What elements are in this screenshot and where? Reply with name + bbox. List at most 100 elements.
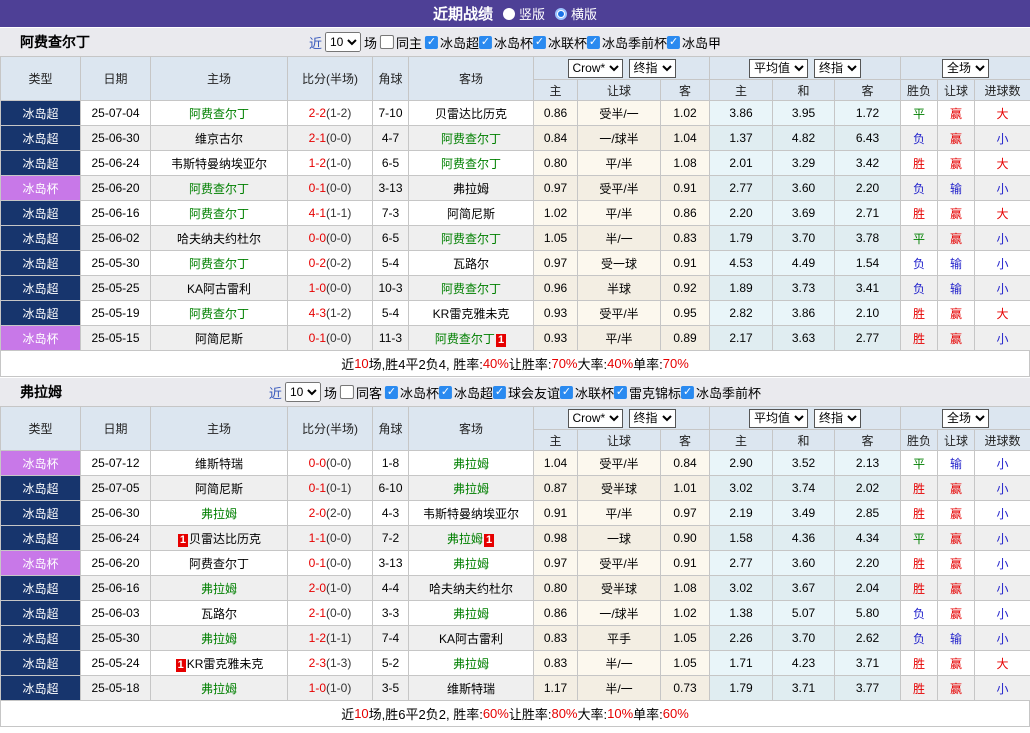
away-team-link[interactable]: 弗拉姆 bbox=[447, 532, 483, 546]
away-team-link[interactable]: 韦斯特曼纳埃亚尔 bbox=[423, 507, 519, 521]
league-checkbox[interactable]: ✓ 冰岛杯 bbox=[384, 383, 439, 402]
handicap-cell: 平/半 bbox=[577, 500, 661, 526]
away-team-link[interactable]: 弗拉姆 bbox=[453, 607, 489, 621]
home-team-link[interactable]: 哈夫纳夫约杜尔 bbox=[177, 232, 261, 246]
avg-stage-select[interactable]: 终指 bbox=[814, 408, 862, 428]
checkbox-checked-icon[interactable]: ✓ bbox=[533, 35, 547, 49]
avg-stage-select[interactable]: 终指 bbox=[814, 58, 862, 78]
checkbox-checked-icon[interactable]: ✓ bbox=[424, 35, 438, 49]
checkbox-checked-icon[interactable]: ✓ bbox=[384, 385, 398, 399]
league-checkbox[interactable]: ✓ 冰岛超 bbox=[438, 383, 493, 402]
home-team-link[interactable]: 弗拉姆 bbox=[201, 507, 237, 521]
away-team-link[interactable]: 弗拉姆 bbox=[453, 182, 489, 196]
home-team-link[interactable]: KA阿古雷利 bbox=[187, 282, 251, 296]
league-checkbox[interactable]: ✓ 冰联杯 bbox=[533, 33, 587, 52]
league-checkbox-label: 冰岛杯 bbox=[494, 35, 534, 51]
away-team-link[interactable]: 维斯特瑞 bbox=[447, 682, 495, 696]
home-team-link[interactable]: 阿费查尔丁 bbox=[189, 107, 249, 121]
result-goals-cell: 小 bbox=[974, 675, 1030, 701]
away-team-link[interactable]: 阿费查尔丁 bbox=[435, 332, 495, 346]
radio-selected-icon[interactable] bbox=[555, 7, 567, 20]
same-venue-checkbox[interactable]: 同客 bbox=[339, 383, 382, 402]
home-team-link[interactable]: 维京古尔 bbox=[195, 132, 243, 146]
fulltime-score: 2-1 bbox=[308, 131, 326, 145]
checkbox-checked-icon[interactable]: ✓ bbox=[681, 385, 695, 399]
away-team-link[interactable]: 瓦路尔 bbox=[453, 257, 489, 271]
same-venue-checkbox[interactable]: 同主 bbox=[379, 33, 422, 52]
away-team-link[interactable]: 哈夫纳夫约杜尔 bbox=[429, 582, 513, 596]
team-name: 弗拉姆 bbox=[20, 384, 62, 400]
home-team-link[interactable]: 弗拉姆 bbox=[201, 632, 237, 646]
scope-select[interactable]: 全场 bbox=[942, 408, 990, 428]
home-team-link[interactable]: 瓦路尔 bbox=[201, 607, 237, 621]
away-team-link[interactable]: 阿简尼斯 bbox=[447, 207, 495, 221]
avg-home-cell: 1.79 bbox=[709, 225, 774, 251]
checkbox-checked-icon[interactable]: ✓ bbox=[493, 385, 507, 399]
result-goals-cell: 小 bbox=[974, 575, 1030, 601]
home-team-link[interactable]: 阿费查尔丁 bbox=[189, 257, 249, 271]
away-team-link[interactable]: 弗拉姆 bbox=[453, 457, 489, 471]
layout-radio-vertical[interactable]: 竖版 bbox=[502, 4, 545, 23]
checkbox-checked-icon[interactable]: ✓ bbox=[587, 35, 601, 49]
away-team-link[interactable]: KR雷克雅未克 bbox=[433, 307, 510, 321]
home-team-link[interactable]: 阿费查尔丁 bbox=[189, 307, 249, 321]
away-team-link[interactable]: 弗拉姆 bbox=[453, 557, 489, 571]
result-winlose-cell: 胜 bbox=[900, 650, 939, 676]
checkbox-checked-icon[interactable]: ✓ bbox=[438, 385, 452, 399]
fulltime-score: 1-0 bbox=[308, 681, 326, 695]
checkbox-checked-icon[interactable]: ✓ bbox=[667, 35, 681, 49]
odds-provider-select[interactable]: Crow* bbox=[567, 408, 623, 428]
league-checkbox[interactable]: ✓ 冰岛季前杯 bbox=[681, 383, 761, 402]
avg-home-cell: 2.19 bbox=[709, 500, 774, 526]
avg-select[interactable]: 平均值 bbox=[749, 58, 809, 78]
match-row: 冰岛超 25-05-30 弗拉姆 1-2(1-1) 7-4 KA阿古雷利 0.83 平手 1.0… bbox=[0, 625, 1030, 651]
home-team-link[interactable]: 维斯特瑞 bbox=[195, 457, 243, 471]
league-checkbox[interactable]: ✓ 冰联杯 bbox=[560, 383, 614, 402]
home-team-link[interactable]: 韦斯特曼纳埃亚尔 bbox=[171, 157, 267, 171]
away-team-link[interactable]: 贝雷达比历克 bbox=[435, 107, 507, 121]
same-venue-label: 同主 bbox=[395, 35, 422, 51]
subcol-odds-away: 客 bbox=[659, 429, 711, 451]
avg-select[interactable]: 平均值 bbox=[749, 408, 809, 428]
layout-radio-horizontal[interactable]: 横版 bbox=[555, 4, 597, 23]
home-team-link[interactable]: 阿简尼斯 bbox=[195, 482, 243, 496]
league-checkbox[interactable]: ✓ 球会友谊 bbox=[493, 383, 560, 402]
away-team-link[interactable]: 弗拉姆 bbox=[453, 482, 489, 496]
checkbox-checked-icon[interactable]: ✓ bbox=[614, 385, 628, 399]
home-team-link[interactable]: 弗拉姆 bbox=[201, 582, 237, 596]
away-team-cell: 弗拉姆 bbox=[408, 475, 534, 501]
away-team-link[interactable]: KA阿古雷利 bbox=[439, 632, 503, 646]
away-team-link[interactable]: 阿费查尔丁 bbox=[441, 157, 501, 171]
result-winlose-cell: 负 bbox=[900, 625, 939, 651]
home-team-link[interactable]: 阿费查尔丁 bbox=[189, 557, 249, 571]
rounds-select[interactable]: 10 bbox=[324, 32, 361, 52]
home-team-link[interactable]: 阿简尼斯 bbox=[195, 332, 243, 346]
league-checkbox[interactable]: ✓ 雷克锦标 bbox=[614, 383, 681, 402]
away-team-link[interactable]: 阿费查尔丁 bbox=[441, 132, 501, 146]
away-team-link[interactable]: 阿费查尔丁 bbox=[441, 282, 501, 296]
home-team-link[interactable]: 弗拉姆 bbox=[201, 682, 237, 696]
league-checkbox[interactable]: ✓ 冰岛季前杯 bbox=[587, 33, 667, 52]
checkbox-checked-icon[interactable]: ✓ bbox=[479, 35, 492, 49]
checkbox-unchecked-icon[interactable] bbox=[379, 35, 394, 49]
away-team-link[interactable]: 阿费查尔丁 bbox=[441, 232, 501, 246]
checkbox-unchecked-icon[interactable] bbox=[339, 385, 354, 399]
scope-select[interactable]: 全场 bbox=[942, 58, 990, 78]
league-checkbox[interactable]: ✓ 冰岛甲 bbox=[667, 33, 721, 52]
radio-unselected-icon[interactable] bbox=[502, 7, 515, 20]
odds-home-cell: 0.93 bbox=[533, 325, 578, 351]
league-checkbox[interactable]: ✓ 冰岛杯 bbox=[479, 33, 533, 52]
home-team-link[interactable]: 阿费查尔丁 bbox=[189, 182, 249, 196]
home-team-link[interactable]: 阿费查尔丁 bbox=[189, 207, 249, 221]
league-checkbox[interactable]: ✓ 冰岛超 bbox=[424, 33, 479, 52]
away-team-link[interactable]: 弗拉姆 bbox=[453, 657, 489, 671]
home-team-link[interactable]: 贝雷达比历克 bbox=[189, 532, 261, 546]
odds-stage-select[interactable]: 终指 bbox=[628, 408, 676, 428]
odds-provider-select[interactable]: Crow* bbox=[567, 58, 623, 78]
odds-stage-select[interactable]: 终指 bbox=[628, 58, 676, 78]
checkbox-checked-icon[interactable]: ✓ bbox=[560, 385, 574, 399]
home-team-link[interactable]: KR雷克雅未克 bbox=[187, 657, 264, 671]
odds-home-cell: 0.84 bbox=[533, 125, 578, 151]
rounds-select[interactable]: 10 bbox=[284, 382, 321, 402]
avg-select-group: 平均值 终指 bbox=[709, 56, 902, 80]
